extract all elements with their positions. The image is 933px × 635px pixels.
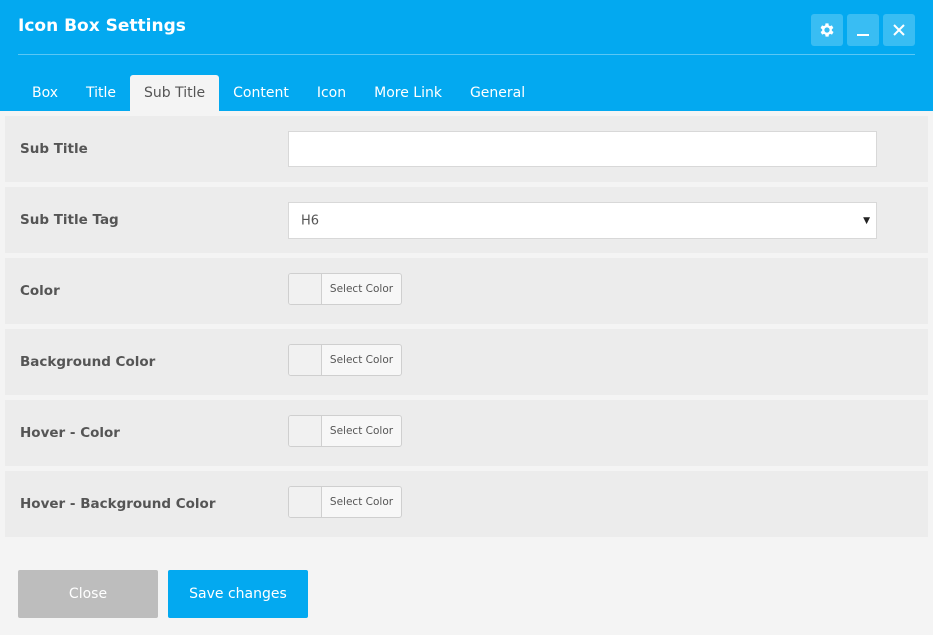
hover-background-color-picker-button[interactable]: Select Color — [288, 486, 402, 518]
settings-tabs: Box Title Sub Title Content Icon More Li… — [18, 75, 539, 111]
gear-icon — [818, 21, 836, 39]
color-label: Color — [20, 283, 60, 299]
window-controls — [811, 14, 915, 46]
save-changes-button[interactable]: Save changes — [168, 570, 308, 618]
tab-general[interactable]: General — [456, 75, 539, 111]
color-picker-button[interactable]: Select Color — [288, 273, 402, 305]
tab-sub-title[interactable]: Sub Title — [130, 75, 220, 111]
hover-color-label: Hover - Color — [20, 425, 120, 441]
settings-button[interactable] — [811, 14, 843, 46]
close-window-button[interactable] — [883, 14, 915, 46]
icon-box-settings-dialog: Icon Box Settings Box Title Sub Title Co… — [0, 0, 933, 635]
dropdown-arrow-icon: ▼ — [863, 215, 870, 226]
minimize-icon — [856, 23, 870, 37]
background-color-picker-button[interactable]: Select Color — [288, 344, 402, 376]
sub-title-input[interactable] — [288, 131, 877, 167]
sub-title-tag-select[interactable]: H6 ▼ — [288, 202, 877, 239]
sub-title-tag-value: H6 — [301, 213, 320, 228]
select-color-label: Select Color — [329, 425, 394, 437]
color-swatch — [289, 274, 322, 304]
color-swatch — [289, 487, 322, 517]
dialog-footer: Close Save changes — [0, 553, 933, 635]
field-row-sub-title: Sub Title — [5, 116, 928, 182]
sub-title-tag-label: Sub Title Tag — [20, 212, 119, 228]
close-icon — [892, 23, 906, 37]
settings-form: Sub Title Sub Title Tag H6 ▼ Color Selec… — [5, 116, 928, 542]
select-color-label: Select Color — [329, 283, 394, 295]
field-row-color: Color Select Color — [5, 258, 928, 324]
hover-background-color-label: Hover - Background Color — [20, 496, 216, 512]
tab-more-link[interactable]: More Link — [360, 75, 456, 111]
field-row-background-color: Background Color Select Color — [5, 329, 928, 395]
tab-title[interactable]: Title — [72, 75, 130, 111]
color-swatch — [289, 416, 322, 446]
color-swatch — [289, 345, 322, 375]
sub-title-label: Sub Title — [20, 141, 88, 157]
background-color-label: Background Color — [20, 354, 156, 370]
header-divider — [18, 54, 915, 55]
field-row-sub-title-tag: Sub Title Tag H6 ▼ — [5, 187, 928, 253]
hover-color-picker-button[interactable]: Select Color — [288, 415, 402, 447]
field-row-hover-color: Hover - Color Select Color — [5, 400, 928, 466]
close-button[interactable]: Close — [18, 570, 158, 618]
dialog-title: Icon Box Settings — [18, 16, 186, 36]
tab-content[interactable]: Content — [219, 75, 303, 111]
select-color-label: Select Color — [329, 496, 394, 508]
field-row-hover-background-color: Hover - Background Color Select Color — [5, 471, 928, 537]
minimize-button[interactable] — [847, 14, 879, 46]
tab-icon[interactable]: Icon — [303, 75, 360, 111]
tab-box[interactable]: Box — [18, 75, 72, 111]
dialog-header: Icon Box Settings Box Title Sub Title Co… — [0, 0, 933, 111]
select-color-label: Select Color — [329, 354, 394, 366]
